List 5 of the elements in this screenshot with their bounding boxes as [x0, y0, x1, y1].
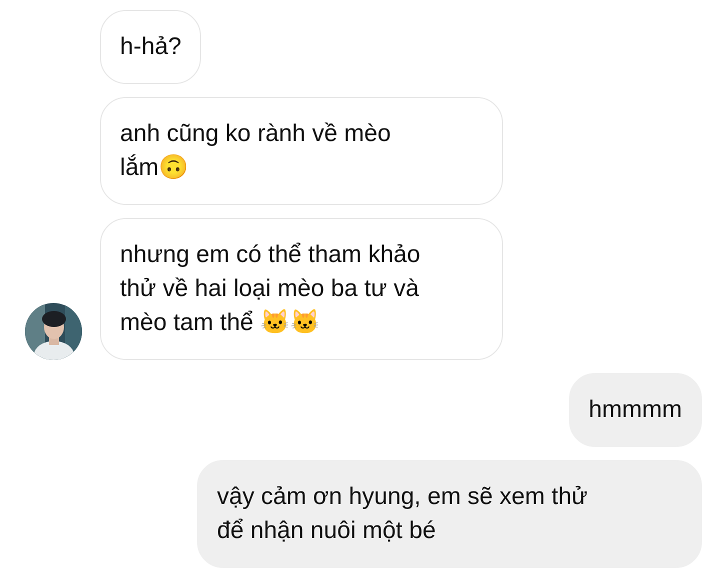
- sent-message: vậy cảm ơn hyung, em sẽ xem thử để nhận nuôi một bé: [197, 460, 702, 568]
- sent-message: hmmmm: [568, 373, 702, 447]
- received-message: h-hả?: [100, 10, 202, 84]
- received-message: nhưng em có thể tham khảo thử về hai loại mèo ba tư và mèo tam thể 🐱🐱: [100, 218, 503, 360]
- received-message: anh cũng ko rành về mèo lắm🙃: [100, 97, 503, 205]
